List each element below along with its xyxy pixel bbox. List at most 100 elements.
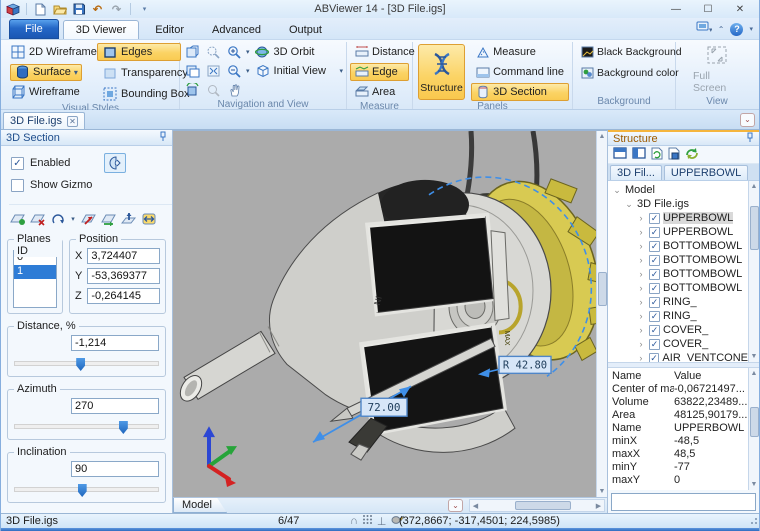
save-file-icon[interactable] (71, 2, 86, 16)
show-gizmo-checkbox[interactable]: ✓ (11, 179, 24, 192)
help-dropdown-icon[interactable]: ▾ (749, 25, 753, 33)
layout-columns-icon[interactable] (632, 147, 646, 162)
rotate-scene-icon[interactable] (183, 81, 202, 99)
scroll-up-icon[interactable]: ▲ (750, 368, 759, 379)
visibility-checkbox[interactable]: ✓ (649, 339, 660, 350)
distance-input[interactable] (71, 335, 159, 351)
expand-icon[interactable]: › (636, 325, 646, 335)
zoom-in-icon[interactable] (225, 43, 244, 61)
add-plane-icon[interactable] (9, 211, 26, 227)
flip-plane-icon[interactable] (100, 211, 117, 227)
distance-button[interactable]: Distance (350, 43, 409, 61)
close-button[interactable]: ✕ (731, 2, 749, 16)
customize-quick-access-icon[interactable]: ▾ (137, 2, 152, 16)
minimize-button[interactable]: — (667, 2, 685, 16)
tree-item[interactable]: › ✓ COVER_ (608, 323, 748, 337)
app-logo-icon[interactable] (5, 2, 20, 16)
pin-icon[interactable] (746, 132, 754, 145)
next-view-icon[interactable] (183, 62, 202, 80)
initial-view-dropdown-icon[interactable]: ▾ (339, 67, 343, 75)
pin-icon[interactable] (159, 131, 167, 144)
tree-item[interactable]: › ✓ UPPERBOWL (608, 225, 748, 239)
visibility-checkbox[interactable]: ✓ (649, 283, 660, 294)
zoom-in-dropdown-icon[interactable]: ▾ (246, 48, 250, 56)
command-line-button[interactable]: Command line (471, 63, 569, 81)
property-row[interactable]: Area 48125,90179... (612, 409, 748, 422)
previous-view-icon[interactable] (183, 43, 202, 61)
zoom-selected-icon[interactable] (204, 81, 223, 99)
zoom-out-dropdown-icon[interactable]: ▾ (246, 67, 250, 75)
visibility-checkbox[interactable]: ✓ (649, 311, 660, 322)
redo-icon[interactable]: ↷ (109, 2, 124, 16)
edge-button[interactable]: Edge (350, 63, 409, 81)
black-background-button[interactable]: Black Background (576, 43, 672, 61)
expand-icon[interactable]: › (636, 311, 646, 321)
tab-output[interactable]: Output (277, 21, 334, 39)
property-row[interactable]: maxX 48,5 (612, 448, 748, 461)
align-plane-up-icon[interactable] (120, 211, 137, 227)
collapse-icon[interactable]: ⌄ (612, 185, 622, 196)
expand-icon[interactable]: › (636, 339, 646, 349)
tree-scrollbar[interactable]: ▲ ▼ (748, 181, 759, 362)
structure-button[interactable]: Structure (418, 44, 465, 100)
undo-icon[interactable]: ↶ (90, 2, 105, 16)
structure-tab-file[interactable]: 3D Fil... (610, 165, 662, 180)
tab-editor[interactable]: Editor (143, 21, 196, 39)
visibility-checkbox[interactable]: ✓ (649, 241, 660, 252)
tree-node-model[interactable]: ⌄ Model (608, 183, 748, 197)
structure-tab-upperbowl[interactable]: UPPERBOWL (664, 165, 748, 180)
3d-canvas[interactable]: 72.00 R 42.80 IN MAX (173, 131, 596, 497)
tree-scroll-thumb[interactable] (750, 206, 759, 250)
tree-item[interactable]: › ✓ BOTTOMBOWL (608, 281, 748, 295)
surface-dropdown-icon[interactable]: ▾ (74, 68, 78, 77)
align-plane-x-icon[interactable] (80, 211, 97, 227)
tree-item[interactable]: › ✓ RING_ (608, 309, 748, 323)
tree-item[interactable]: › ✓ UPPERBOWL (608, 211, 748, 225)
viewport-hscroll-thumb[interactable] (515, 501, 571, 510)
expand-icon[interactable]: › (636, 255, 646, 265)
property-row[interactable]: minX -48,5 (612, 435, 748, 448)
properties-table[interactable]: Name Value Center of ma -0,06721497... V… (608, 368, 748, 490)
refresh-structure-icon[interactable] (685, 147, 699, 163)
move-plane-icon[interactable] (140, 211, 157, 227)
2d-wireframe-button[interactable]: 2D Wireframe (5, 43, 97, 61)
visibility-checkbox[interactable]: ✓ (649, 255, 660, 266)
structure-tree[interactable]: ⌄ Model ⌄ 3D File.igs › ✓ UPPERBOWL › (608, 181, 748, 362)
azimuth-slider-thumb[interactable] (119, 421, 128, 434)
visibility-checkbox[interactable]: ✓ (649, 297, 660, 308)
position-x-input[interactable] (87, 248, 160, 264)
plane-item-1[interactable]: 1 (14, 265, 56, 279)
enabled-checkbox[interactable]: ✓ (11, 157, 24, 170)
rotate-plane-icon[interactable] (49, 211, 66, 227)
resize-grip[interactable] (749, 518, 757, 526)
scroll-down-icon[interactable]: ▼ (750, 351, 759, 362)
spline-mode-icon[interactable]: ∩ (350, 515, 358, 527)
tree-item[interactable]: › ✓ BOTTOMBOWL (608, 239, 748, 253)
ortho-mode-icon[interactable]: ⊥ (377, 515, 387, 528)
surface-button[interactable]: Surface ▾ (5, 63, 97, 81)
model-layout-tab[interactable]: Model (173, 498, 227, 513)
full-screen-button[interactable]: Full Screen (692, 44, 742, 95)
document-tab-close-icon[interactable]: ✕ (67, 116, 78, 127)
layout-rows-icon[interactable] (613, 147, 627, 162)
fit-to-window-icon[interactable] (204, 62, 223, 80)
background-color-button[interactable]: Background color (576, 64, 672, 82)
initial-view-button[interactable]: Initial View (252, 62, 329, 80)
visibility-checkbox[interactable]: ✓ (649, 353, 660, 363)
tree-item[interactable]: › ✓ BOTTOMBOWL (608, 253, 748, 267)
collapse-icon[interactable]: ⌄ (624, 199, 634, 210)
measure-panel-button[interactable]: Measure (471, 43, 569, 61)
snap-grid-icon[interactable] (362, 514, 373, 528)
tree-item[interactable]: › ✓ BOTTOMBOWL (608, 267, 748, 281)
tab-3d-viewer[interactable]: 3D Viewer (63, 20, 140, 39)
position-y-input[interactable] (87, 268, 160, 284)
save-structure-icon[interactable] (668, 147, 680, 163)
properties-scrollbar[interactable]: ▲ ▼ (748, 368, 759, 490)
scroll-left-icon[interactable]: ◀ (470, 502, 481, 510)
visibility-checkbox[interactable]: ✓ (649, 325, 660, 336)
pan-icon[interactable] (225, 81, 244, 99)
new-file-icon[interactable] (33, 2, 48, 16)
3d-section-button[interactable]: 3D Section (471, 83, 569, 101)
expand-icon[interactable]: › (636, 283, 646, 293)
tree-item[interactable]: › ✓ AIR_VENTCONE (608, 351, 748, 362)
